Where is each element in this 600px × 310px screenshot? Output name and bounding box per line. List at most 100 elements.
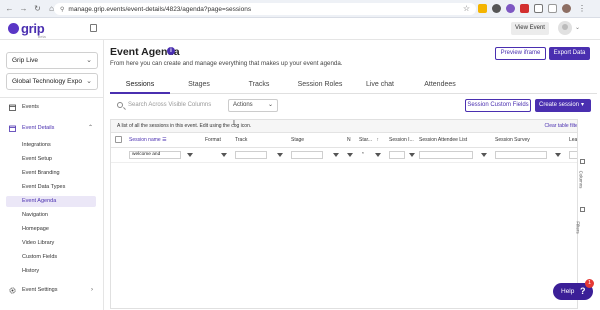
filter-funnel-icon[interactable] [333,153,339,157]
filter-session-name-input[interactable]: welcome and [129,151,181,159]
sidebar-item-navigation[interactable]: Navigation [6,210,96,221]
page-subtitle: From here you can create and manage ever… [110,60,343,67]
column-header-stage[interactable]: Stage [291,137,304,143]
grip-logo[interactable]: grip beta [8,21,46,39]
side-panel-icon[interactable] [548,4,557,13]
organization-select-value: Grip Live [12,57,39,64]
column-header-session-name[interactable]: Session name ☰ [129,137,167,143]
chevron-down-icon[interactable]: ⌄ [575,24,580,31]
search-icon [117,102,123,108]
sidebar: Grip Live ⌄ Global Technology Expo ⌄ Eve… [0,40,104,310]
tab-session-roles[interactable]: Session Roles [290,77,350,94]
browser-menu-icon[interactable]: ⋮ [578,4,587,13]
chevron-down-icon[interactable]: ▾ [581,99,584,112]
view-event-button[interactable]: View Event [511,22,549,35]
filter-funnel-icon[interactable] [555,153,561,157]
preview-iframe-button[interactable]: Preview iframe [495,47,546,60]
column-header-label: Star... [359,137,373,143]
column-header-n[interactable]: N [347,137,351,143]
sidebar-item-event-branding[interactable]: Event Branding [6,168,96,179]
site-info-icon[interactable]: ⚲ [60,6,64,13]
sidebar-item-label: Event Branding [22,170,60,176]
filter-funnel-icon[interactable] [409,153,415,157]
back-icon[interactable]: ← [5,4,14,13]
table-notice: A list of all the sessions in this event… [111,120,585,133]
select-all-checkbox[interactable] [115,136,122,143]
filter-funnel-icon[interactable] [221,153,227,157]
column-header-session-survey[interactable]: Session Survey [495,137,530,143]
help-label: Help [561,288,575,295]
actions-dropdown[interactable]: Actions ⌄ [228,99,278,112]
reload-icon[interactable]: ↻ [33,4,42,13]
extension-icon-3[interactable] [506,4,515,13]
tab-stages[interactable]: Stages [172,77,226,94]
help-button[interactable]: Help ? 1 [553,279,594,300]
forward-icon[interactable]: → [19,4,28,13]
search-input[interactable]: Search Across Visible Columns [116,99,222,112]
event-select[interactable]: Global Technology Expo ⌄ [6,73,98,90]
agenda-tabs: Sessions Stages Tracks Session Roles Liv… [110,77,597,94]
sidebar-item-event-data-types[interactable]: Event Data Types [6,182,96,193]
filter-funnel-icon[interactable] [375,153,381,157]
column-header-label: Session name [129,137,161,143]
calendar-icon [9,125,16,132]
user-avatar[interactable] [558,21,572,35]
columns-icon[interactable] [580,159,585,164]
extensions-puzzle-icon[interactable] [534,4,543,13]
grip-logo-mark-icon [8,23,19,34]
profile-avatar-icon[interactable] [562,4,571,13]
filter-stage-input[interactable] [291,151,323,159]
export-data-button[interactable]: Export Data [549,47,590,60]
filter-funnel-icon[interactable] [481,153,487,157]
tab-tracks[interactable]: Tracks [232,77,286,94]
session-custom-fields-button[interactable]: Session Custom Fields [465,99,531,112]
column-header-star[interactable]: Star... ↑ [359,137,379,143]
chevron-up-icon: ⌃ [87,125,93,131]
column-header-format[interactable]: Format [205,137,221,143]
info-icon[interactable]: i [167,47,175,55]
actions-label: Actions [233,102,253,108]
sidebar-item-event-agenda[interactable]: Event Agenda [6,196,96,207]
create-session-button[interactable]: Create session ▾ [535,99,591,112]
copy-icon[interactable] [90,24,97,32]
sidebar-item-homepage[interactable]: Homepage [6,224,96,235]
filter-session-i-input[interactable] [389,151,405,159]
extension-icon-1[interactable] [478,4,487,13]
extension-icon-2[interactable] [492,4,501,13]
address-bar[interactable]: ⚲ manage.grip.events/event-details/4823/… [54,3,476,15]
table-filter-row: welcome and * [111,148,585,163]
sidebar-item-event-setup[interactable]: Event Setup [6,154,96,165]
sidebar-item-event-details[interactable]: Event Details ⌃ [6,123,96,134]
tab-sessions[interactable]: Sessions [110,77,170,94]
sidebar-item-video-library[interactable]: Video Library [6,238,96,249]
sidebar-item-label: Event Agenda [22,198,57,204]
column-header-session-i[interactable]: Session I... [389,137,414,143]
filter-survey-input[interactable] [495,151,547,159]
extension-icon-4[interactable] [520,4,529,13]
columns-panel-tab[interactable]: Columns [578,171,583,189]
filter-star-input[interactable]: * [359,151,369,159]
sidebar-item-event-settings[interactable]: Event Settings › [6,285,96,296]
tab-live-chat[interactable]: Live chat [354,77,406,94]
url-text: manage.grip.events/event-details/4823/ag… [68,5,252,13]
organization-select[interactable]: Grip Live ⌄ [6,52,98,69]
sidebar-item-label: Event Details [22,125,55,131]
column-header-track[interactable]: Track [235,137,247,143]
sidebar-item-label: Integrations [22,142,51,148]
filters-panel-tab[interactable]: Filters [576,221,581,233]
filter-track-input[interactable] [235,151,267,159]
bookmark-star-icon[interactable]: ☆ [463,4,470,13]
filter-funnel-icon[interactable] [347,153,353,157]
filter-attendee-list-input[interactable] [419,151,473,159]
sidebar-item-integrations[interactable]: Integrations [6,140,96,151]
chevron-down-icon: ⌄ [86,78,92,85]
sidebar-item-events[interactable]: Events [6,102,96,113]
column-header-session-attendee-list[interactable]: Session Attendee List [419,137,467,143]
filter-funnel-icon[interactable] [277,153,283,157]
sidebar-item-custom-fields[interactable]: Custom Fields [6,252,96,263]
tab-attendees[interactable]: Attendees [412,77,468,94]
filters-icon[interactable] [580,207,585,212]
sidebar-item-history[interactable]: History [6,266,96,277]
filter-funnel-icon[interactable] [187,153,193,157]
browser-toolbar: ← → ↻ ⌂ ⚲ manage.grip.events/event-detai… [0,0,600,18]
